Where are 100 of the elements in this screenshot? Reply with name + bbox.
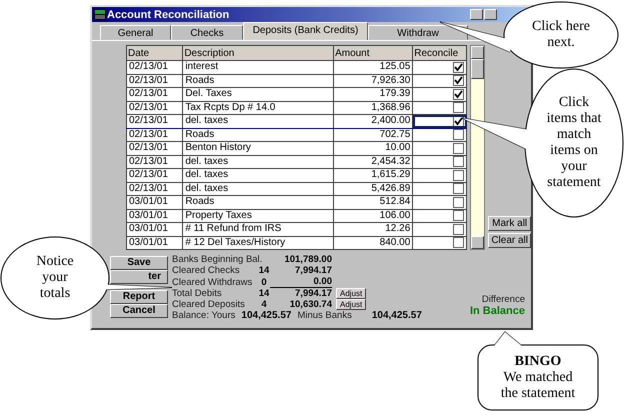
scroll-thumb[interactable] — [471, 59, 484, 79]
table-cell: Property Taxes — [182, 209, 334, 222]
summary-count: 4 — [261, 299, 267, 310]
balance-label: Balance: Yours — [172, 310, 236, 321]
summary-label: Cleared Checks — [172, 265, 241, 276]
checkbox[interactable] — [453, 170, 464, 181]
adjust-button[interactable]: Adjust — [336, 299, 366, 310]
checkbox[interactable] — [453, 62, 464, 73]
reconcile-cell[interactable] — [412, 209, 467, 222]
summary-label: Cleared Withdraws — [172, 276, 254, 288]
checkbox[interactable] — [453, 156, 464, 168]
table-cell: 03/01/01 — [126, 209, 183, 222]
reconcile-cell[interactable] — [412, 182, 467, 196]
checkbox[interactable] — [453, 183, 464, 194]
scrollbar[interactable] — [470, 45, 486, 250]
reconcile-cell[interactable] — [412, 142, 467, 155]
table-cell: Benton History — [182, 142, 334, 155]
action-button[interactable]: Save — [110, 256, 168, 270]
column-header: Reconcile — [412, 46, 467, 60]
column-header: Amount — [334, 46, 413, 60]
checkbox[interactable] — [453, 88, 464, 100]
summary-count: 0 — [261, 276, 267, 288]
action-button[interactable]: ter — [110, 270, 168, 284]
table-cell: del. taxes — [182, 114, 334, 128]
checkbox[interactable] — [453, 142, 464, 154]
table-cell: Del. Taxes — [182, 88, 334, 101]
checkbox[interactable] — [453, 102, 464, 114]
checkbox[interactable] — [453, 237, 464, 248]
table-cell: 02/13/01 — [126, 182, 183, 196]
table-cell: del. taxes — [182, 168, 334, 182]
callout-text: Click items that match items on your statement — [546, 95, 602, 191]
table-cell: 2,454.32 — [334, 155, 413, 168]
table-cell: 1,615.29 — [334, 168, 413, 182]
table-cell: 5,426.89 — [334, 182, 413, 196]
action-button[interactable]: Report — [110, 290, 168, 304]
table-cell: 03/01/01 — [126, 196, 183, 209]
table-cell: 02/13/01 — [126, 168, 183, 182]
action-button[interactable]: Cancel — [110, 304, 168, 318]
side-button[interactable]: Mark all — [488, 216, 531, 231]
tab[interactable]: Deposits (Bank Credits) — [243, 22, 368, 40]
table-cell: Tax Rcpts Dp # 14.0 — [182, 101, 334, 114]
table-cell: 1,368.96 — [334, 101, 413, 114]
table-cell: del. taxes — [182, 182, 334, 196]
table-cell: 125.05 — [334, 60, 413, 74]
tab[interactable]: Withdraw — [368, 25, 468, 40]
checkbox[interactable] — [453, 224, 464, 235]
reconcile-cell[interactable] — [412, 155, 467, 168]
tab[interactable]: General — [100, 25, 171, 40]
scroll-up-icon[interactable] — [471, 46, 484, 59]
reconcile-cell[interactable] — [412, 114, 467, 128]
summary-count: 14 — [258, 288, 270, 299]
summary-amount: 101,789.00 — [284, 254, 332, 265]
reconcile-cell[interactable] — [412, 222, 467, 236]
table-cell: # 12 Del Taxes/History — [182, 236, 334, 250]
reconcile-cell[interactable] — [412, 196, 467, 209]
table-cell: 02/13/01 — [126, 101, 183, 114]
reconcile-cell[interactable] — [412, 236, 467, 250]
checkbox[interactable] — [453, 116, 464, 127]
maximize-button[interactable] — [484, 9, 497, 20]
checkbox[interactable] — [453, 75, 464, 86]
tab[interactable]: Checks — [171, 25, 243, 40]
summary-amount: 7,994.17 — [295, 288, 332, 299]
table-cell: 10.00 — [334, 142, 413, 155]
summary-label: Cleared Deposits — [172, 299, 246, 310]
adjust-button[interactable]: Adjust — [336, 288, 366, 299]
reconcile-cell[interactable] — [412, 101, 467, 114]
table-cell: # 11 Refund from IRS — [182, 222, 334, 236]
difference-label: Difference — [482, 294, 525, 305]
reconcile-cell[interactable] — [412, 60, 467, 74]
summary-amount: 10,630.74 — [290, 299, 332, 310]
scroll-down-icon[interactable] — [471, 236, 484, 249]
table-cell: 02/13/01 — [126, 74, 183, 88]
table-cell: 02/13/01 — [126, 128, 183, 142]
side-button[interactable]: Clear all — [488, 233, 531, 248]
table-cell: 03/01/01 — [126, 222, 183, 236]
window-title: Account Reconciliation — [107, 8, 230, 20]
reconcile-cell[interactable] — [412, 128, 467, 142]
reconcile-cell[interactable] — [412, 88, 467, 101]
table-cell: 02/13/01 — [126, 114, 183, 128]
table-cell: 702.75 — [334, 128, 413, 142]
table-cell: 02/13/01 — [126, 60, 183, 74]
checkbox[interactable] — [453, 196, 464, 208]
reconcile-cell[interactable] — [412, 168, 467, 182]
checkbox[interactable] — [453, 210, 464, 222]
table-cell: 03/01/01 — [126, 236, 183, 250]
checkbox[interactable] — [453, 129, 464, 140]
banks-amount: 104,425.57 — [372, 310, 422, 321]
table-cell: del. taxes — [182, 155, 334, 168]
callout-text: Click here next. — [532, 19, 590, 51]
callout-text: BINGO We matched the statement — [500, 354, 576, 402]
table-cell: 512.84 — [334, 196, 413, 209]
table-cell: Roads — [182, 196, 334, 209]
summary-amount: 0.00 — [314, 276, 332, 287]
table-cell: 12.26 — [334, 222, 413, 236]
minimize-button[interactable] — [470, 9, 483, 20]
summary-count: 14 — [258, 265, 270, 276]
callout-text: Notice your totals — [36, 254, 74, 302]
table-cell: 2,400.00 — [334, 114, 413, 128]
app-icon — [94, 9, 106, 20]
reconcile-cell[interactable] — [412, 74, 467, 88]
